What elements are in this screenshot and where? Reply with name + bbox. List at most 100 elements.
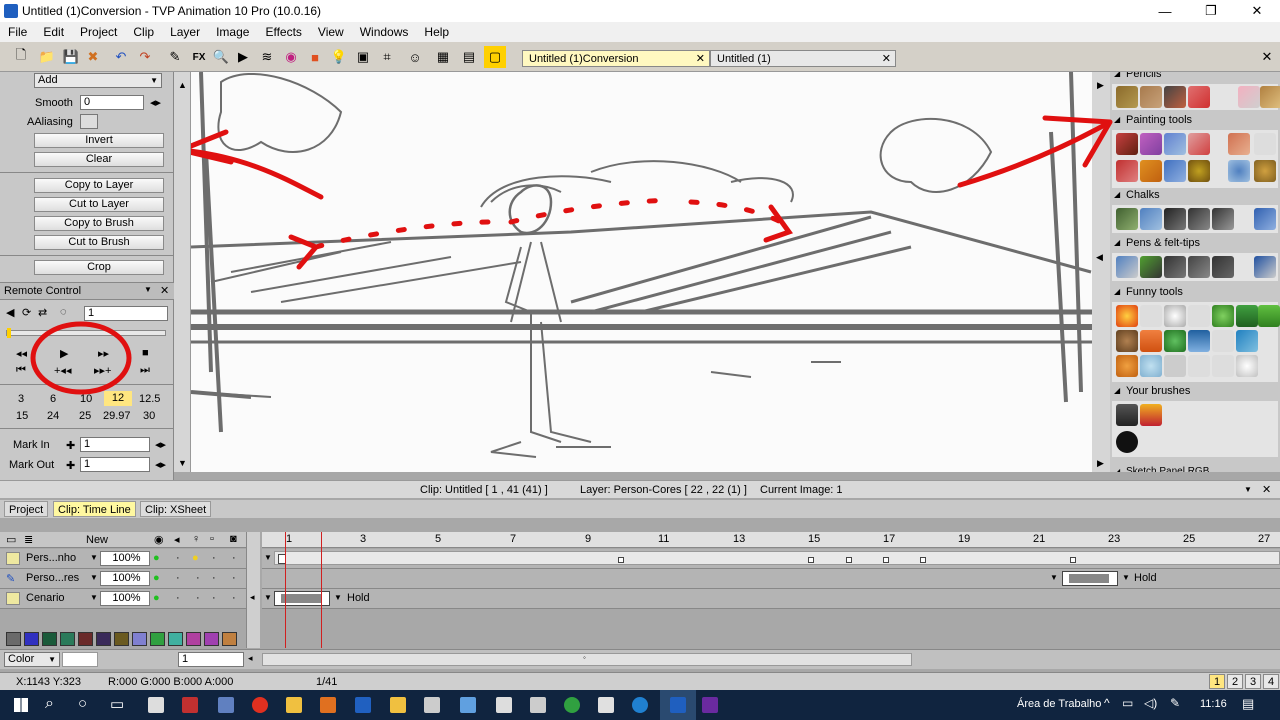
dot-icon[interactable]: · bbox=[196, 592, 200, 604]
layer-opacity[interactable]: 100% bbox=[100, 551, 150, 566]
opera-icon[interactable] bbox=[252, 697, 268, 713]
mail-icon[interactable] bbox=[148, 697, 164, 713]
tab-clip-timeline[interactable]: Clip: Time Line bbox=[53, 501, 136, 517]
visible-dot-icon[interactable]: ● bbox=[153, 592, 160, 604]
close-icon[interactable]: ✕ bbox=[1262, 481, 1271, 499]
volume-icon[interactable]: ◁) bbox=[1144, 696, 1157, 710]
paint-tool-6[interactable] bbox=[1254, 133, 1276, 155]
lock-icon[interactable]: ✚ bbox=[66, 459, 75, 472]
menu-project[interactable]: Project bbox=[72, 25, 125, 39]
mark-in-input[interactable]: 1 bbox=[80, 437, 150, 452]
tvp-taskbar-item[interactable] bbox=[660, 690, 696, 720]
page-1-button[interactable]: 1 bbox=[1209, 674, 1225, 689]
color-picker-icon[interactable]: ■ bbox=[304, 46, 326, 68]
color-wheel-icon[interactable]: ◉ bbox=[280, 46, 302, 68]
lock-icon[interactable]: ✚ bbox=[66, 439, 75, 452]
layers-icon[interactable]: ≋ bbox=[256, 46, 278, 68]
mode-select[interactable]: Add ▼ bbox=[34, 73, 162, 88]
crop-button[interactable]: Crop bbox=[34, 260, 164, 275]
custom-brush-1[interactable] bbox=[1116, 404, 1138, 426]
paw-print-tool[interactable] bbox=[1212, 355, 1234, 377]
pencil-tool-3[interactable] bbox=[1164, 86, 1186, 108]
menu-windows[interactable]: Windows bbox=[352, 25, 417, 39]
swatch-10[interactable] bbox=[168, 632, 183, 646]
swatch-4[interactable] bbox=[60, 632, 75, 646]
folder-icon[interactable]: ▭ bbox=[6, 533, 16, 546]
cloud-tool[interactable] bbox=[1164, 305, 1186, 327]
grass-tool[interactable] bbox=[1258, 305, 1280, 327]
funny-tool-14[interactable] bbox=[1116, 355, 1138, 377]
menu-clip[interactable]: Clip bbox=[125, 25, 162, 39]
chalk-tool-2[interactable] bbox=[1140, 208, 1162, 230]
light-table-dot-icon[interactable]: ● bbox=[192, 552, 199, 564]
layer-row-1[interactable]: Pers...nho ▼ 100% ● · ● · · bbox=[0, 549, 260, 569]
swatch-11[interactable] bbox=[186, 632, 201, 646]
swatch-2[interactable] bbox=[24, 632, 39, 646]
pen-icon[interactable]: ✎ bbox=[1170, 696, 1180, 710]
spin-arrows-icon[interactable]: ◂▸ bbox=[155, 438, 166, 451]
image-instance[interactable] bbox=[1062, 571, 1118, 586]
copy-to-brush-button[interactable]: Copy to Brush bbox=[34, 216, 164, 231]
close-button[interactable]: ✕ bbox=[1234, 0, 1280, 22]
keyframe[interactable] bbox=[846, 557, 852, 563]
chevron-down-icon[interactable]: ▼ bbox=[334, 593, 342, 602]
store-icon[interactable] bbox=[286, 697, 302, 713]
onion-icon[interactable]: ◌ bbox=[60, 306, 67, 318]
chevron-up-icon[interactable]: ^ bbox=[1104, 696, 1110, 710]
funny-tool-10[interactable] bbox=[1164, 330, 1186, 352]
light-icon[interactable]: ♀ bbox=[192, 533, 200, 545]
menu-view[interactable]: View bbox=[310, 25, 352, 39]
word-icon[interactable] bbox=[496, 697, 512, 713]
zoom-icon[interactable]: 🔍 bbox=[210, 46, 232, 68]
chalk-tool-6[interactable] bbox=[1254, 208, 1276, 230]
color-mode-select[interactable]: Color ▼ bbox=[4, 652, 60, 667]
pen-tool-6[interactable] bbox=[1254, 256, 1276, 278]
layers-icon[interactable]: ≣ bbox=[24, 533, 33, 546]
notifications-icon[interactable]: ▤ bbox=[1242, 696, 1254, 712]
sound-icon[interactable]: ◂ bbox=[174, 533, 180, 546]
undo-icon[interactable]: ↶ bbox=[110, 46, 132, 68]
page-3-button[interactable]: 3 bbox=[1245, 674, 1261, 689]
display-icon[interactable]: ▣ bbox=[352, 46, 374, 68]
chalk-tool-5[interactable] bbox=[1212, 208, 1234, 230]
dot-icon[interactable]: · bbox=[176, 572, 180, 584]
menu-file[interactable]: File bbox=[0, 25, 35, 39]
instance-bar[interactable] bbox=[274, 551, 1280, 565]
chevron-down-icon[interactable]: ▼ bbox=[264, 593, 272, 602]
windows-start-icon[interactable] bbox=[14, 698, 28, 712]
funny-tool-11[interactable] bbox=[1188, 330, 1210, 352]
keyframe[interactable] bbox=[883, 557, 889, 563]
tab-project[interactable]: Project bbox=[4, 501, 49, 517]
funny-tool-13[interactable] bbox=[1236, 330, 1258, 352]
funny-tool-15[interactable] bbox=[1140, 355, 1162, 377]
color-index-input[interactable]: 1 bbox=[178, 652, 244, 667]
app-icon-3[interactable] bbox=[218, 697, 234, 713]
layer-track-2[interactable]: ▼ ▼ Hold bbox=[262, 569, 1280, 589]
sponge-tool[interactable] bbox=[1188, 160, 1210, 182]
keyframe[interactable] bbox=[808, 557, 814, 563]
funny-tool-19[interactable] bbox=[1236, 355, 1258, 377]
edge-icon[interactable] bbox=[632, 697, 648, 713]
maximize-button[interactable]: ❐ bbox=[1188, 0, 1234, 22]
paint-tool-8[interactable] bbox=[1140, 160, 1162, 182]
water-drop-tool[interactable] bbox=[1228, 160, 1250, 182]
app-icon-10[interactable] bbox=[460, 697, 476, 713]
chevron-down-icon[interactable]: ▼ bbox=[90, 553, 98, 562]
minimize-button[interactable]: — bbox=[1142, 0, 1188, 22]
section-sketch-panel[interactable]: Sketch Panel RGB bbox=[1110, 464, 1280, 472]
arrow-left-icon[interactable]: ◂ bbox=[250, 592, 255, 603]
menu-effects[interactable]: Effects bbox=[257, 25, 309, 39]
swatch-12[interactable] bbox=[204, 632, 219, 646]
dot-icon[interactable]: · bbox=[212, 552, 216, 564]
notepad-icon[interactable] bbox=[424, 697, 440, 713]
arrow-right-icon[interactable]: ▶ bbox=[1097, 458, 1104, 469]
copy-to-layer-button[interactable]: Copy to Layer bbox=[34, 178, 164, 193]
smooth-input[interactable]: 0 bbox=[80, 95, 144, 110]
task-view-icon[interactable]: ▭ bbox=[110, 695, 124, 713]
layer-row-3[interactable]: Cenario ▼ 100% ● · · · · bbox=[0, 589, 260, 609]
page-2-button[interactable]: 2 bbox=[1227, 674, 1243, 689]
section-your-brushes[interactable]: Your brushes bbox=[1110, 383, 1280, 399]
section-pencils[interactable]: Pencils bbox=[1110, 72, 1280, 82]
funny-tool-16[interactable] bbox=[1164, 355, 1186, 377]
swatch-1[interactable] bbox=[6, 632, 21, 646]
